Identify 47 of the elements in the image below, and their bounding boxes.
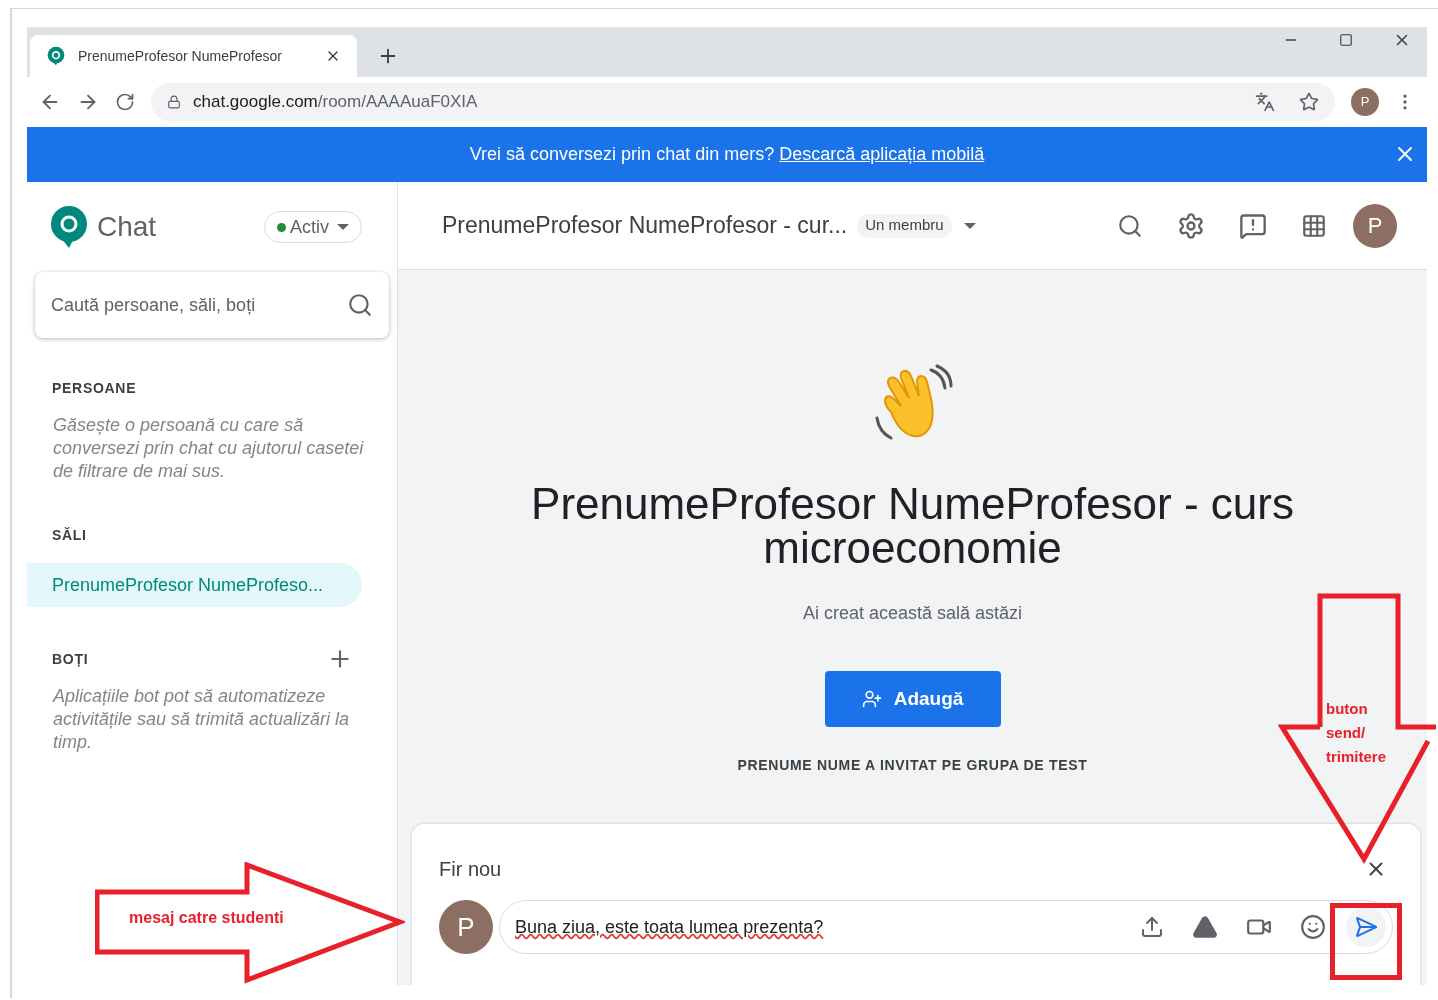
- chat-logo-icon: [46, 46, 66, 66]
- message-field[interactable]: Buna ziua, este toata lumea prezenta?: [515, 913, 1140, 941]
- apps-grid-icon[interactable]: [1301, 212, 1327, 239]
- annotation-text: buton send/ trimitere: [1326, 699, 1388, 767]
- reload-icon[interactable]: [115, 92, 135, 112]
- annotation-text: mesaj catre studenti: [129, 908, 284, 928]
- invite-note: PRENUME NUME A INVITAT PE GRUPA DE TEST: [737, 756, 1088, 775]
- room-title: PrenumeProfesor NumeProfesor - cur...: [442, 211, 848, 241]
- profile-avatar[interactable]: P: [1353, 203, 1397, 248]
- room-welcome-title: PrenumeProfesor NumeProfesor - curs microeconomie: [530, 482, 1295, 570]
- caret-icon: [337, 224, 349, 230]
- thread-title: Fir nou: [439, 857, 503, 882]
- send-icon: [1354, 915, 1378, 939]
- search-icon[interactable]: [347, 292, 373, 318]
- search-icon[interactable]: [1117, 212, 1143, 239]
- search-bar[interactable]: Caută persoane, săli, boți: [35, 272, 389, 338]
- app-name: Chat: [97, 210, 157, 244]
- section-heading: BOȚI: [52, 649, 90, 669]
- browser-tab[interactable]: PrenumeProfesor NumeProfesor: [30, 35, 357, 77]
- banner-text: Vrei să conversezi prin chat din mers?: [469, 143, 775, 166]
- download-link[interactable]: Descarcă aplicația mobilă: [779, 141, 985, 168]
- add-button[interactable]: Adaugă: [824, 671, 1001, 727]
- feedback-icon[interactable]: [1239, 211, 1267, 240]
- send-button[interactable]: [1346, 907, 1386, 947]
- star-icon[interactable]: [1299, 92, 1319, 112]
- address-bar[interactable]: chat.google.com/room/AAAAuaF0XIA: [151, 83, 1335, 121]
- section-hint: Aplicațiile bot pot să automatizeze activitățile sau să trimită actualizări la timp.: [51, 685, 351, 754]
- members-chip[interactable]: Un membru: [857, 213, 952, 238]
- profile-avatar[interactable]: P: [1351, 88, 1379, 116]
- room-created-text: Ai creat această sală astăzi: [802, 602, 1023, 625]
- section-heading: PERSOANE: [52, 378, 138, 398]
- chat-logo-icon: [51, 206, 89, 248]
- upload-icon[interactable]: [1140, 915, 1164, 939]
- maximize-icon[interactable]: [1339, 33, 1353, 47]
- room-item[interactable]: PrenumeProfesor NumeProfeso...: [27, 563, 362, 607]
- section-heading: SĂLI: [52, 525, 88, 545]
- search-field[interactable]: Caută persoane, săli, boți: [51, 291, 347, 319]
- emoji-icon[interactable]: [1300, 914, 1326, 940]
- tab-title: PrenumeProfesor NumeProfesor: [78, 46, 283, 66]
- settings-icon[interactable]: [1177, 211, 1205, 240]
- user-avatar: P: [439, 900, 493, 954]
- add-person-icon: [861, 689, 882, 709]
- section-hint: Găsește o persoană cu care să conversezi prin chat cu ajutorul casetei de filtrare de mai sus.: [52, 414, 365, 483]
- translate-icon[interactable]: [1255, 92, 1275, 112]
- lock-icon: [167, 95, 181, 109]
- url-text: chat.google.com/room/AAAAuaF0XIA: [193, 91, 479, 114]
- caret-icon[interactable]: [963, 222, 976, 229]
